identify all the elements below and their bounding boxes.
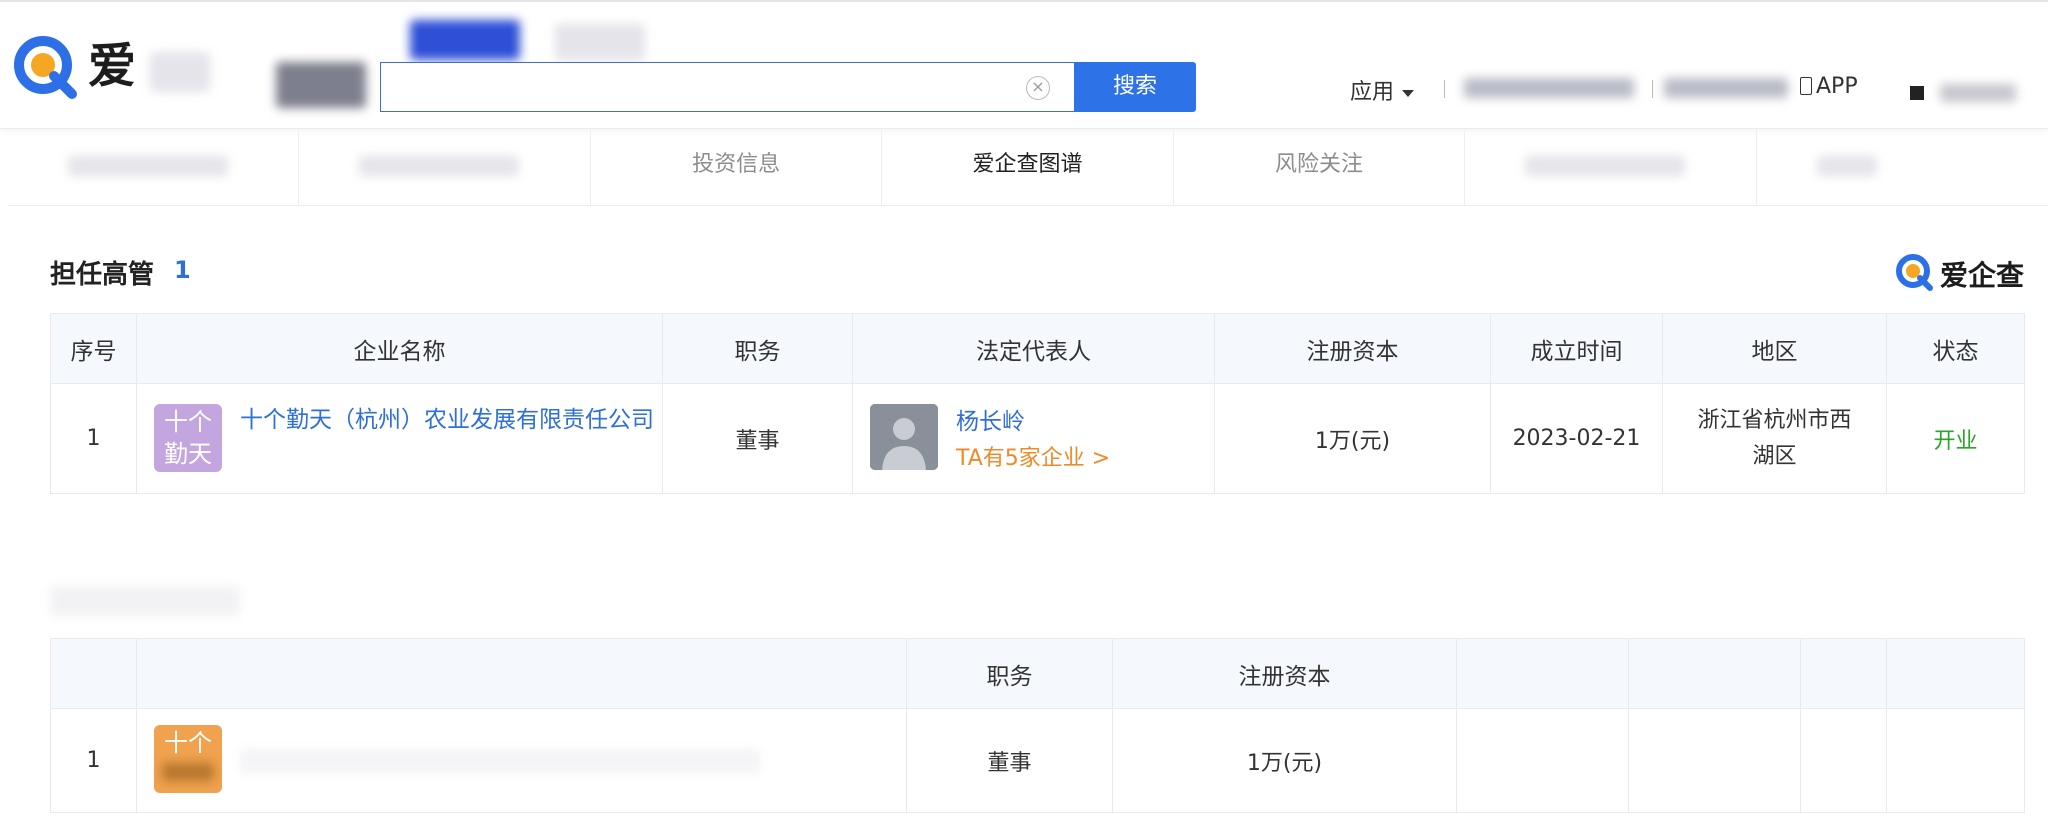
founded-date: 2023-02-21 [1490, 383, 1663, 494]
executive-positions-table: 序号 企业名称 职务 法定代表人 注册资本 成立时间 地区 状态 1 十个 勤天… [50, 313, 2025, 494]
registered-capital: 1万(元) [1112, 708, 1457, 813]
section-title: 担任高管 [50, 260, 155, 290]
position: 董事 [906, 708, 1113, 813]
aiqicha-logo-icon[interactable] [10, 32, 80, 102]
row-index: 1 [50, 708, 137, 813]
blurred-cell [1886, 708, 2025, 813]
tab-1[interactable] [8, 130, 300, 206]
tab-aiqicha-graph[interactable]: 爱企查图谱 [882, 130, 1174, 206]
blurred-cell [1456, 708, 1629, 813]
blurred-tab-label [1816, 156, 1877, 176]
column-header: 状态 [1886, 313, 2025, 384]
blurred-username[interactable] [1940, 84, 2016, 102]
apps-menu[interactable]: 应用 [1350, 74, 1415, 106]
blurred-search-tab[interactable] [410, 20, 520, 60]
apps-label: 应用 [1350, 80, 1395, 105]
blurred-section-title [50, 586, 240, 616]
blurred-logo-suffix [150, 52, 210, 92]
app-label: APP [1816, 74, 1858, 99]
divider [1652, 80, 1653, 98]
company-cell: 十个 [136, 708, 907, 813]
legal-rep-cell: 杨长岭 TA有5家企业 > [852, 383, 1215, 494]
column-header: 地区 [1662, 313, 1887, 384]
blurred-header-link-2[interactable] [1664, 78, 1788, 98]
blurred-cell [1800, 708, 1887, 813]
section-count: 1 [174, 256, 191, 284]
logo-text[interactable]: 爱 [88, 38, 136, 94]
blurred-logo-text [162, 763, 214, 781]
table-header-row: 序号 企业名称 职务 法定代表人 注册资本 成立时间 地区 状态 [50, 313, 2025, 384]
blurred-company-name[interactable] [240, 749, 760, 773]
tab-2[interactable] [299, 130, 591, 206]
user-icon[interactable] [1910, 86, 1924, 100]
column-header: 职务 [906, 638, 1113, 709]
column-header [1886, 638, 2025, 709]
blurred-tab-label [1525, 156, 1686, 176]
tab-investment[interactable]: 投资信息 [591, 130, 883, 206]
column-header: 序号 [50, 313, 137, 384]
legal-rep-companies-link[interactable]: TA有5家企业 > [956, 440, 1110, 472]
chevron-down-icon [1402, 89, 1415, 97]
tab-7[interactable] [1757, 130, 2048, 206]
registered-capital: 1万(元) [1214, 383, 1491, 494]
blurred-tab-label [359, 156, 520, 176]
company-logo[interactable]: 十个 勤天 [154, 404, 222, 472]
brand-text: 爱企查 [1940, 259, 2025, 292]
table-row: 1 十个 勤天 十个勤天（杭州）农业发展有限责任公司 董事 杨长岭 TA有5家企… [50, 383, 2025, 494]
divider [1444, 80, 1445, 98]
table-row: 1 十个 董事 1万(元) [50, 708, 2025, 813]
legal-rep-name-link[interactable]: 杨长岭 [956, 402, 1025, 436]
blurred-header-link-1[interactable] [1464, 78, 1634, 98]
blurred-search-type[interactable] [276, 62, 366, 108]
blurred-tab-label [68, 156, 228, 176]
column-header: 注册资本 [1214, 313, 1491, 384]
company-cell: 十个 勤天 十个勤天（杭州）农业发展有限责任公司 [136, 383, 663, 494]
phone-icon [1800, 77, 1812, 95]
column-header: 企业名称 [136, 313, 663, 384]
company-name-link[interactable]: 十个勤天（杭州）农业发展有限责任公司 [240, 402, 660, 438]
content-tabs: 投资信息 爱企查图谱 风险关注 [8, 130, 2048, 206]
table-header-row: 职务 注册资本 [50, 638, 2025, 709]
row-index: 1 [50, 383, 137, 494]
blurred-cell [1628, 708, 1801, 813]
column-header [1628, 638, 1801, 709]
search-button[interactable]: 搜索 [1074, 62, 1196, 112]
app-download-link[interactable]: APP [1800, 74, 1858, 99]
status-badge: 开业 [1886, 383, 2025, 494]
column-header: 法定代表人 [852, 313, 1215, 384]
column-header [50, 638, 137, 709]
column-header: 成立时间 [1490, 313, 1663, 384]
column-header: 注册资本 [1112, 638, 1457, 709]
aiqicha-logo-icon [1896, 254, 1933, 291]
column-header: 职务 [662, 313, 853, 384]
region: 浙江省杭州市西湖区 [1662, 383, 1887, 494]
close-icon[interactable]: × [1026, 76, 1050, 100]
top-header: 爱 × 搜索 应用 APP [0, 0, 2048, 129]
tab-risk[interactable]: 风险关注 [1174, 130, 1466, 206]
tab-6[interactable] [1465, 130, 1757, 206]
column-header [1456, 638, 1629, 709]
company-logo[interactable]: 十个 [154, 725, 222, 793]
blurred-search-tab-2[interactable] [555, 24, 645, 60]
avatar[interactable] [870, 404, 938, 470]
position: 董事 [662, 383, 853, 494]
second-positions-table: 职务 注册资本 1 十个 董事 1万(元) [50, 638, 2025, 813]
column-header [136, 638, 907, 709]
search-input[interactable] [380, 62, 1074, 112]
column-header [1800, 638, 1887, 709]
